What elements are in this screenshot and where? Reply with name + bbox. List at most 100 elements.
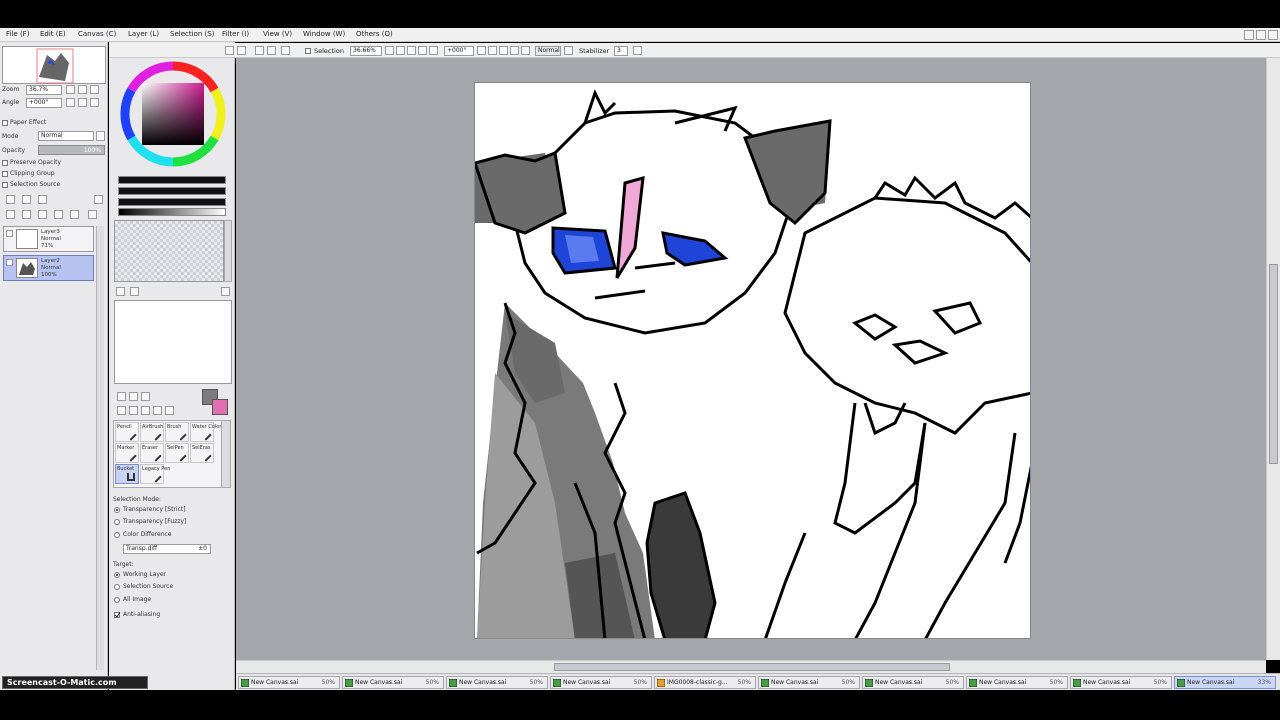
- scratch-close-button[interactable]: [221, 287, 230, 296]
- mode-strict-radio[interactable]: [114, 507, 120, 513]
- tool-marker[interactable]: Marker: [115, 443, 139, 463]
- horizontal-scroll-thumb[interactable]: [554, 663, 950, 671]
- doc-tab[interactable]: IMG0008-classic-g... 50%: [654, 676, 756, 689]
- blend-mode-select[interactable]: Normal: [38, 131, 94, 141]
- hue-slider[interactable]: [118, 176, 226, 184]
- swatch-grid[interactable]: [114, 220, 224, 282]
- new-folder-icon[interactable]: [38, 195, 47, 204]
- maximize-button[interactable]: [1256, 30, 1266, 40]
- zoom-out-icon[interactable]: [396, 46, 405, 55]
- anti-aliasing-checkbox[interactable]: [114, 612, 120, 618]
- scratch-clear-button[interactable]: [130, 287, 139, 296]
- panel-close-icon[interactable]: [94, 195, 103, 204]
- saturation-slider[interactable]: [118, 187, 226, 195]
- stabilizer-dropdown[interactable]: [633, 46, 642, 55]
- layer-row-layer3[interactable]: Layer3 Normal 71%: [3, 226, 94, 252]
- undo-icon[interactable]: [255, 46, 264, 55]
- tool-bucket[interactable]: Bucket: [115, 464, 139, 484]
- color-wheel[interactable]: [117, 58, 229, 170]
- zoom-fit-icon[interactable]: [407, 46, 416, 55]
- rotate-left-icon[interactable]: [477, 46, 486, 55]
- menu-canvas[interactable]: Canvas (C): [78, 30, 116, 38]
- selection-visible-checkbox[interactable]: [305, 48, 311, 54]
- preserve-opacity-checkbox[interactable]: [2, 160, 8, 166]
- doc-tab[interactable]: New Canvas.sai 50%: [446, 676, 548, 689]
- zoom-icon[interactable]: [129, 406, 138, 415]
- copy-layer-icon[interactable]: [6, 210, 15, 219]
- drawing-canvas[interactable]: [474, 82, 1031, 639]
- doc-tab[interactable]: New Canvas.sai 50%: [1070, 676, 1172, 689]
- view-mode-dropdown[interactable]: [564, 46, 573, 55]
- zoom-reset-icon[interactable]: [418, 46, 427, 55]
- clear-layer-icon[interactable]: [70, 210, 79, 219]
- minimize-button[interactable]: [1244, 30, 1254, 40]
- tool-selpen[interactable]: SelPen: [165, 443, 189, 463]
- value-slider[interactable]: [118, 198, 226, 206]
- close-button[interactable]: [1268, 30, 1278, 40]
- gray-slider[interactable]: [118, 208, 226, 216]
- rotate-icon[interactable]: [141, 406, 150, 415]
- rotate-right-icon[interactable]: [488, 46, 497, 55]
- new-linework-layer-icon[interactable]: [22, 195, 31, 204]
- visibility-eye-icon[interactable]: [6, 259, 13, 266]
- menu-edit[interactable]: Edit (E): [40, 30, 66, 38]
- zoom-out-button[interactable]: [78, 85, 87, 94]
- rotate-left-button[interactable]: [66, 98, 75, 107]
- rotate-right-button[interactable]: [78, 98, 87, 107]
- vertical-scroll-thumb[interactable]: [1269, 264, 1278, 464]
- lasso-icon[interactable]: [129, 392, 138, 401]
- menu-layer[interactable]: Layer (L): [128, 30, 159, 38]
- clipping-group-checkbox[interactable]: [2, 171, 8, 177]
- mode-fuzzy-radio[interactable]: [114, 519, 120, 525]
- magic-wand-icon[interactable]: [141, 392, 150, 401]
- rotate-reset-icon[interactable]: [499, 46, 508, 55]
- menu-filter[interactable]: Filter (I): [222, 30, 249, 38]
- tool-seleras[interactable]: SelEras: [190, 443, 214, 463]
- new-layer-icon[interactable]: [6, 195, 15, 204]
- scratchpad-area[interactable]: [114, 300, 232, 384]
- doc-tab[interactable]: New Canvas.sai 50%: [758, 676, 860, 689]
- transfer-down-icon[interactable]: [22, 210, 31, 219]
- menu-view[interactable]: View (V): [263, 30, 292, 38]
- tolerance-dropdown[interactable]: Transp.diff ±0: [123, 544, 211, 554]
- navigator-preview[interactable]: [2, 46, 106, 84]
- zoom-in-icon[interactable]: [385, 46, 394, 55]
- rotate-reset-button[interactable]: [90, 98, 99, 107]
- doc-tab[interactable]: New Canvas.sai 50%: [342, 676, 444, 689]
- target-all-image-radio[interactable]: [114, 597, 120, 603]
- clear-icon[interactable]: [281, 46, 290, 55]
- menu-file[interactable]: File (F): [6, 30, 29, 38]
- doc-tab[interactable]: New Canvas.sai 50%: [966, 676, 1068, 689]
- flip-icon[interactable]: [510, 46, 519, 55]
- doc-tab-active[interactable]: New Canvas.sai 33%: [1174, 676, 1276, 689]
- secondary-color-swatch[interactable]: [212, 399, 228, 415]
- layer-scrollbar[interactable]: [96, 226, 104, 670]
- blend-mode-dropdown[interactable]: [96, 131, 105, 141]
- doc-tab[interactable]: New Canvas.sai 50%: [238, 676, 340, 689]
- tool-brush[interactable]: Brush: [165, 422, 189, 442]
- target-selection-source-radio[interactable]: [114, 584, 120, 590]
- target-working-layer-radio[interactable]: [114, 572, 120, 578]
- tool-pencil[interactable]: Pencil: [115, 422, 139, 442]
- flip-vertical-icon[interactable]: [521, 46, 530, 55]
- angle-field[interactable]: +000°: [26, 98, 62, 108]
- horizontal-scrollbar[interactable]: [236, 660, 1266, 673]
- scratch-button[interactable]: [116, 287, 125, 296]
- tool-watercolor[interactable]: Water Color: [190, 422, 221, 442]
- redo-icon[interactable]: [267, 46, 276, 55]
- zoom-field[interactable]: 36.7%: [26, 85, 62, 95]
- trash-icon[interactable]: [54, 210, 63, 219]
- zoom-reset-button[interactable]: [90, 85, 99, 94]
- doc-tab[interactable]: New Canvas.sai 50%: [862, 676, 964, 689]
- paper-effect-toggle[interactable]: [2, 120, 8, 126]
- view-mode-select[interactable]: Normal: [535, 46, 561, 56]
- merge-down-icon[interactable]: [38, 210, 47, 219]
- menu-others[interactable]: Others (O): [356, 30, 393, 38]
- vertical-scrollbar[interactable]: [1266, 58, 1280, 660]
- zoom-select[interactable]: 36.66%: [350, 46, 382, 56]
- mode-color-diff-radio[interactable]: [114, 532, 120, 538]
- eyedropper-icon[interactable]: [165, 406, 174, 415]
- tool-legacy-pen[interactable]: Legacy Pen: [140, 464, 170, 484]
- visibility-eye-icon[interactable]: [6, 230, 13, 237]
- rect-select-icon[interactable]: [117, 392, 126, 401]
